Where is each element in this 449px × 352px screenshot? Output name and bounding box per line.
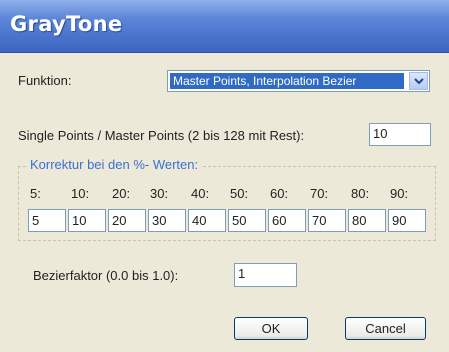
- cancel-button[interactable]: Cancel: [345, 317, 426, 340]
- korrektur-input-80[interactable]: 80: [348, 209, 386, 232]
- korrektur-input-10[interactable]: 10: [68, 209, 106, 232]
- pct-label-90: 90:: [390, 186, 409, 201]
- pct-label-40: 40:: [191, 186, 210, 201]
- korrektur-input-50[interactable]: 50: [228, 209, 266, 232]
- korrektur-input-30[interactable]: 30: [148, 209, 186, 232]
- korrektur-input-5[interactable]: 5: [28, 209, 66, 232]
- window-titlebar[interactable]: GrayTone: [0, 0, 449, 53]
- funktion-selected-value: Master Points, Interpolation Bezier: [170, 73, 404, 89]
- points-label: Single Points / Master Points (2 bis 128…: [18, 128, 305, 143]
- window-title: GrayTone: [10, 12, 123, 36]
- points-input[interactable]: 10: [369, 123, 431, 146]
- funktion-label: Funktion:: [18, 73, 72, 88]
- pct-label-5: 5:: [30, 186, 41, 201]
- bezier-input[interactable]: 1: [234, 263, 297, 287]
- pct-label-20: 20:: [112, 186, 131, 201]
- dropdown-button[interactable]: [409, 72, 428, 90]
- pct-label-10: 10:: [71, 186, 90, 201]
- funktion-select[interactable]: Master Points, Interpolation Bezier: [167, 70, 430, 92]
- korrektur-input-40[interactable]: 40: [188, 209, 226, 232]
- pct-label-80: 80:: [351, 186, 370, 201]
- korrektur-input-70[interactable]: 70: [308, 209, 346, 232]
- pct-label-60: 60:: [270, 186, 289, 201]
- korrektur-input-60[interactable]: 60: [268, 209, 306, 232]
- pct-label-50: 50:: [230, 186, 249, 201]
- pct-label-70: 70:: [310, 186, 329, 201]
- korrektur-group-title: Korrektur bei den %- Werten:: [26, 157, 203, 172]
- ok-button[interactable]: OK: [234, 317, 308, 340]
- chevron-down-icon: [414, 78, 424, 85]
- pct-label-30: 30:: [150, 186, 169, 201]
- korrektur-input-90[interactable]: 90: [388, 209, 426, 232]
- bezier-label: Bezierfaktor (0.0 bis 1.0):: [33, 268, 179, 283]
- korrektur-input-20[interactable]: 20: [108, 209, 146, 232]
